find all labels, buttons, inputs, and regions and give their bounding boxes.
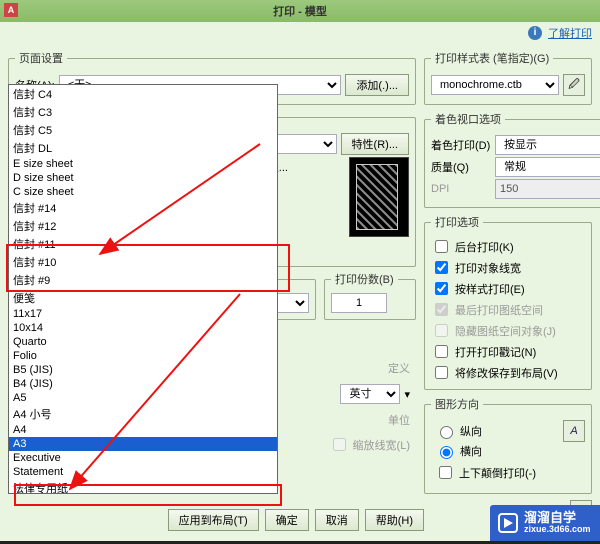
orientation-group: 图形方向 纵向 横向 上下颠倒打印(-) A [424, 396, 592, 494]
lineweight-checkbox[interactable] [435, 261, 448, 274]
play-icon [498, 513, 518, 533]
paper-option[interactable]: C size sheet [9, 185, 277, 199]
copies-legend: 打印份数(B) [331, 271, 398, 287]
style-table-group: 打印样式表 (笔指定)(G) monochrome.ctb 🖉 [424, 50, 592, 105]
paper-option[interactable]: 信封 #14 [9, 199, 277, 217]
paper-option[interactable]: 便笺 [9, 289, 277, 307]
paper-option[interactable]: 信封 C3 [9, 103, 277, 121]
paper-option[interactable]: 信封 DL [9, 139, 277, 157]
help-button[interactable]: 帮助(H) [365, 509, 424, 531]
watermark-site: zixue.3d66.com [524, 525, 591, 535]
paper-option[interactable]: 信封 #11 [9, 235, 277, 253]
paper-option[interactable]: A3 [9, 437, 277, 451]
window-title: 打印 - 模型 [273, 3, 327, 19]
paper-option[interactable]: A5 [9, 391, 277, 405]
style-print-checkbox[interactable] [435, 282, 448, 295]
orientation-legend: 图形方向 [431, 396, 483, 412]
style-print-label: 按样式打印(E) [455, 281, 525, 297]
apply-layout-button[interactable]: 应用到布局(T) [168, 509, 259, 531]
paper-option[interactable]: 信封 #9 [9, 271, 277, 289]
hide-paper-checkbox [435, 324, 448, 337]
paper-option[interactable]: E size sheet [9, 157, 277, 171]
copies-input[interactable] [331, 293, 387, 313]
paper-option[interactable]: A4 [9, 423, 277, 437]
style-table-edit-icon[interactable]: 🖉 [563, 74, 585, 96]
paper-option[interactable]: A4 小号 [9, 405, 277, 423]
shade-print-label: 着色打印(D) [431, 137, 491, 153]
shade-viewport-legend: 着色视口选项 [431, 111, 505, 127]
landscape-radio[interactable] [440, 446, 453, 459]
paper-option[interactable]: 法律专用纸 [9, 479, 277, 494]
print-options-group: 打印选项 后台打印(K) 打印对象线宽 按样式打印(E) 最后打印图纸空间 隐藏… [424, 214, 592, 390]
style-table-select[interactable]: monochrome.ctb [431, 75, 559, 95]
upside-checkbox[interactable] [439, 466, 452, 479]
save-layout-label: 将修改保存到布局(V) [455, 365, 558, 381]
paper-last-label: 最后打印图纸空间 [455, 302, 543, 318]
lineweight-label: 打印对象线宽 [455, 260, 521, 276]
printer-props-button[interactable]: 特性(R)... [341, 133, 409, 155]
paper-option[interactable]: Statement [9, 465, 277, 479]
paper-option[interactable]: 信封 #12 [9, 217, 277, 235]
paper-size-dropdown-list[interactable]: 信封 C4信封 C3信封 C5信封 DLE size sheetD size s… [8, 84, 278, 494]
learn-print-link[interactable]: 了解打印 [548, 25, 592, 41]
save-layout-checkbox[interactable] [435, 366, 448, 379]
shade-print-select[interactable]: 按显示 [495, 135, 600, 155]
paper-last-checkbox [435, 303, 448, 316]
ok-button[interactable]: 确定 [265, 509, 309, 531]
unit-select[interactable]: 英寸 [340, 384, 400, 404]
shade-viewport-group: 着色视口选项 着色打印(D)按显示 质量(Q)常规 DPI [424, 111, 600, 208]
unit-label: 单位 [388, 412, 410, 428]
paper-option[interactable]: B5 (JIS) [9, 363, 277, 377]
bg-print-checkbox[interactable] [435, 240, 448, 253]
paper-option[interactable]: 信封 #10 [9, 253, 277, 271]
paper-option[interactable]: 11x17 [9, 307, 277, 321]
cancel-button[interactable]: 取消 [315, 509, 359, 531]
equals-icon: ▾ [404, 388, 410, 401]
hide-paper-label: 隐藏图纸空间对象(J) [455, 323, 556, 339]
paper-option[interactable]: B4 (JIS) [9, 377, 277, 391]
stamp-label: 打开打印戳记(N) [455, 344, 536, 360]
paper-option[interactable]: Folio [9, 349, 277, 363]
paper-preview-thumb [349, 157, 409, 237]
portrait-radio[interactable] [440, 426, 453, 439]
custom-scale-label: 定义 [388, 360, 410, 376]
upside-label: 上下颠倒打印(-) [459, 465, 536, 481]
watermark-badge: 溜溜自学 zixue.3d66.com [490, 505, 600, 541]
bg-print-label: 后台打印(K) [455, 239, 514, 255]
paper-option[interactable]: Quarto [9, 335, 277, 349]
stamp-checkbox[interactable] [435, 345, 448, 358]
portrait-label: 纵向 [460, 423, 482, 439]
scale-lineweight-checkbox [333, 438, 346, 451]
scale-lineweight-label: 缩放线宽(L) [353, 437, 410, 453]
landscape-label: 横向 [460, 443, 482, 459]
app-icon: A [4, 3, 18, 17]
style-table-legend: 打印样式表 (笔指定)(G) [431, 50, 553, 66]
quality-label: 质量(Q) [431, 159, 491, 175]
add-page-button[interactable]: 添加(.)... [345, 74, 409, 96]
info-icon[interactable]: i [528, 26, 542, 40]
watermark-brand: 溜溜自学 [524, 511, 591, 525]
dpi-input [495, 179, 600, 199]
paper-option[interactable]: D size sheet [9, 171, 277, 185]
paper-option[interactable]: Executive [9, 451, 277, 465]
dpi-label: DPI [431, 183, 491, 195]
paper-option[interactable]: 信封 C5 [9, 121, 277, 139]
quality-select[interactable]: 常规 [495, 157, 600, 177]
title-bar: A 打印 - 模型 [0, 0, 600, 22]
paper-option[interactable]: 10x14 [9, 321, 277, 335]
orientation-a-icon: A [563, 420, 585, 442]
print-options-legend: 打印选项 [431, 214, 483, 230]
copies-group: 打印份数(B) [324, 271, 416, 320]
paper-option[interactable]: 信封 C4 [9, 85, 277, 103]
page-setup-legend: 页面设置 [15, 50, 67, 66]
header-links: i 了解打印 [0, 22, 600, 44]
